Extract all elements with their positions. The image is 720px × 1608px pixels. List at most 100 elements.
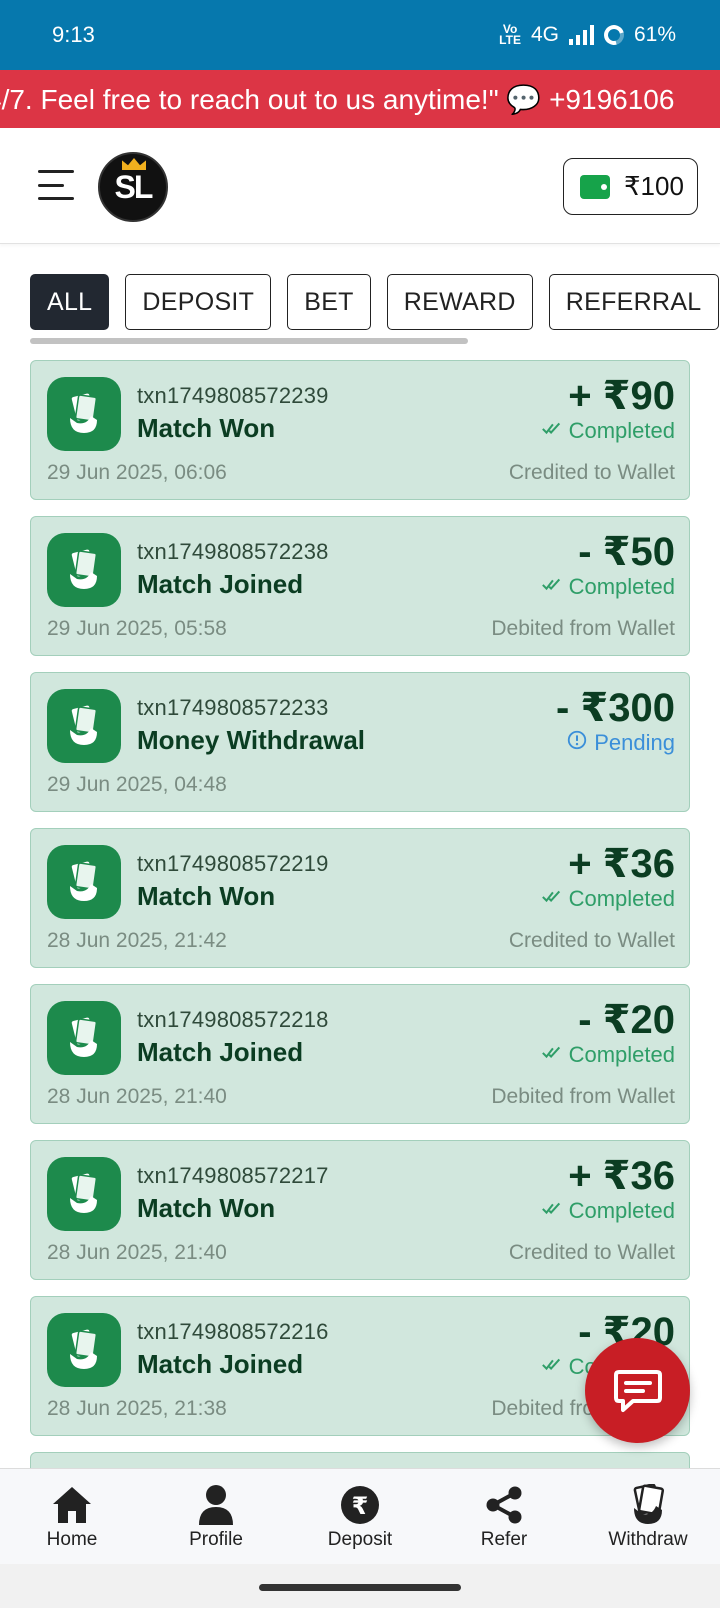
transaction-card[interactable]: txn1749808572233 Money Withdrawal 29 Jun 2… <box>30 672 690 812</box>
nav-deposit[interactable]: ₹ Deposit <box>300 1483 420 1551</box>
share-icon <box>484 1483 524 1527</box>
nav-profile[interactable]: Profile <box>156 1483 276 1551</box>
transaction-date: 28 Jun 2025, 21:40 <box>47 1241 227 1264</box>
pending-icon <box>566 729 588 757</box>
transaction-note: Debited from Wallet <box>491 1085 675 1108</box>
tabs-scrollbar[interactable] <box>30 338 468 344</box>
transaction-amount: + ₹36 <box>568 842 675 886</box>
transaction-note: Credited to Wallet <box>508 929 675 952</box>
cash-icon <box>47 689 121 763</box>
nav-home-label: Home <box>46 1528 98 1550</box>
nav-refer[interactable]: Refer <box>444 1483 564 1551</box>
transaction-status: Completed <box>541 573 675 601</box>
double-check-icon <box>541 1197 563 1225</box>
nav-withdraw-label: Withdraw <box>608 1528 688 1550</box>
transaction-id: txn1749808572217 <box>137 1163 329 1188</box>
transaction-card[interactable]: txn1749808572217 Match Won 28 Jun 2025, 21… <box>30 1140 690 1280</box>
double-check-icon <box>541 1353 563 1381</box>
announcement-marquee: 4/7. Feel free to reach out to us anytim… <box>0 70 720 128</box>
transaction-amount: + ₹90 <box>568 374 675 418</box>
transaction-status: Completed <box>541 1041 675 1069</box>
status-label: Completed <box>568 1198 675 1223</box>
battery-icon <box>600 21 628 49</box>
cash-icon <box>628 1483 668 1527</box>
transaction-status: Completed <box>541 1197 675 1225</box>
transaction-title: Match Won <box>137 413 276 443</box>
signal-icon <box>568 25 594 45</box>
nav-profile-label: Profile <box>189 1528 243 1550</box>
profile-icon <box>198 1483 234 1527</box>
transaction-card[interactable]: txn1749808572219 Match Won 28 Jun 2025, 21… <box>30 828 690 968</box>
tab-bet[interactable]: BET <box>287 274 371 330</box>
transaction-title: Match Joined <box>137 1037 304 1067</box>
transaction-id: txn1749808572238 <box>137 539 329 564</box>
double-check-icon <box>541 1041 563 1069</box>
filter-tabs: ALL DEPOSIT BET REWARD REFERRAL <box>30 274 719 330</box>
transaction-amount: + ₹36 <box>568 1154 675 1198</box>
status-bar: 9:13 Vo LTE 4G 61% <box>0 0 720 70</box>
status-icons: Vo LTE 4G 61% <box>499 21 676 49</box>
transaction-date: 28 Jun 2025, 21:40 <box>47 1085 227 1108</box>
status-time: 9:13 <box>52 22 95 47</box>
volte-icon: Vo LTE <box>499 22 521 47</box>
transaction-card[interactable] <box>30 1452 690 1468</box>
nav-withdraw[interactable]: Withdraw <box>588 1483 708 1551</box>
transaction-date: 29 Jun 2025, 05:58 <box>47 617 227 640</box>
transaction-note: Credited to Wallet <box>508 1241 675 1264</box>
home-icon <box>51 1483 93 1527</box>
transaction-title: Match Won <box>137 1193 276 1223</box>
wallet-icon <box>580 174 610 199</box>
crown-icon <box>122 158 146 170</box>
transaction-title: Match Won <box>137 881 276 911</box>
transaction-status: Completed <box>541 885 675 913</box>
app-header: SL ₹100 <box>0 128 720 244</box>
cash-icon <box>47 1157 121 1231</box>
home-gesture-bar[interactable] <box>259 1584 461 1591</box>
tab-deposit[interactable]: DEPOSIT <box>125 274 272 330</box>
tab-referral[interactable]: REFERRAL <box>548 274 719 330</box>
transaction-status: Completed <box>541 417 675 445</box>
cash-icon <box>47 1001 121 1075</box>
transaction-card[interactable]: txn1749808572239 Match Won 29 Jun 2025, 06… <box>30 360 690 500</box>
cash-icon <box>47 845 121 919</box>
status-label: Completed <box>568 886 675 911</box>
nav-home[interactable]: Home <box>12 1483 132 1551</box>
cash-icon <box>47 377 121 451</box>
double-check-icon <box>541 573 563 601</box>
status-label: Completed <box>568 418 675 443</box>
transaction-card[interactable]: txn1749808572238 Match Joined 29 Jun 2025,… <box>30 516 690 656</box>
bottom-navigation: Home Profile ₹ Deposit Refer Withdraw <box>0 1468 720 1564</box>
transaction-id: txn1749808572239 <box>137 383 329 408</box>
chat-icon <box>613 1369 662 1412</box>
battery-level: 61% <box>633 23 676 46</box>
transaction-title: Match Joined <box>137 1349 304 1379</box>
transaction-list[interactable]: txn1749808572239 Match Won 29 Jun 2025, 06… <box>30 360 690 1468</box>
status-label: Pending <box>594 730 675 755</box>
chat-support-button[interactable] <box>585 1338 690 1443</box>
svg-text:₹: ₹ <box>352 1492 369 1520</box>
cash-icon <box>47 1313 121 1387</box>
network-type: 4G <box>530 23 559 46</box>
marquee-text: 4/7. Feel free to reach out to us anytim… <box>0 83 675 115</box>
nav-refer-label: Refer <box>480 1528 528 1550</box>
cash-icon <box>47 533 121 607</box>
wallet-balance-button[interactable]: ₹100 <box>563 158 698 215</box>
transaction-note: Credited to Wallet <box>508 461 675 484</box>
transaction-note: Debited from Wallet <box>491 617 675 640</box>
transaction-date: 29 Jun 2025, 06:06 <box>47 461 227 484</box>
app-logo[interactable]: SL <box>98 152 168 222</box>
status-label: Completed <box>568 1042 675 1067</box>
rupee-icon: ₹ <box>340 1483 380 1527</box>
nav-deposit-label: Deposit <box>327 1528 393 1550</box>
transaction-date: 28 Jun 2025, 21:42 <box>47 929 227 952</box>
transaction-amount: - ₹300 <box>555 686 675 730</box>
status-label: Completed <box>568 574 675 599</box>
menu-icon[interactable] <box>38 170 74 200</box>
transaction-amount: - ₹20 <box>578 998 675 1042</box>
transaction-card[interactable]: txn1749808572218 Match Joined 28 Jun 2025,… <box>30 984 690 1124</box>
tab-reward[interactable]: REWARD <box>386 274 533 330</box>
transaction-amount: - ₹50 <box>578 530 675 574</box>
wallet-balance: ₹100 <box>624 171 684 201</box>
double-check-icon <box>541 417 563 445</box>
tab-all[interactable]: ALL <box>30 274 110 330</box>
